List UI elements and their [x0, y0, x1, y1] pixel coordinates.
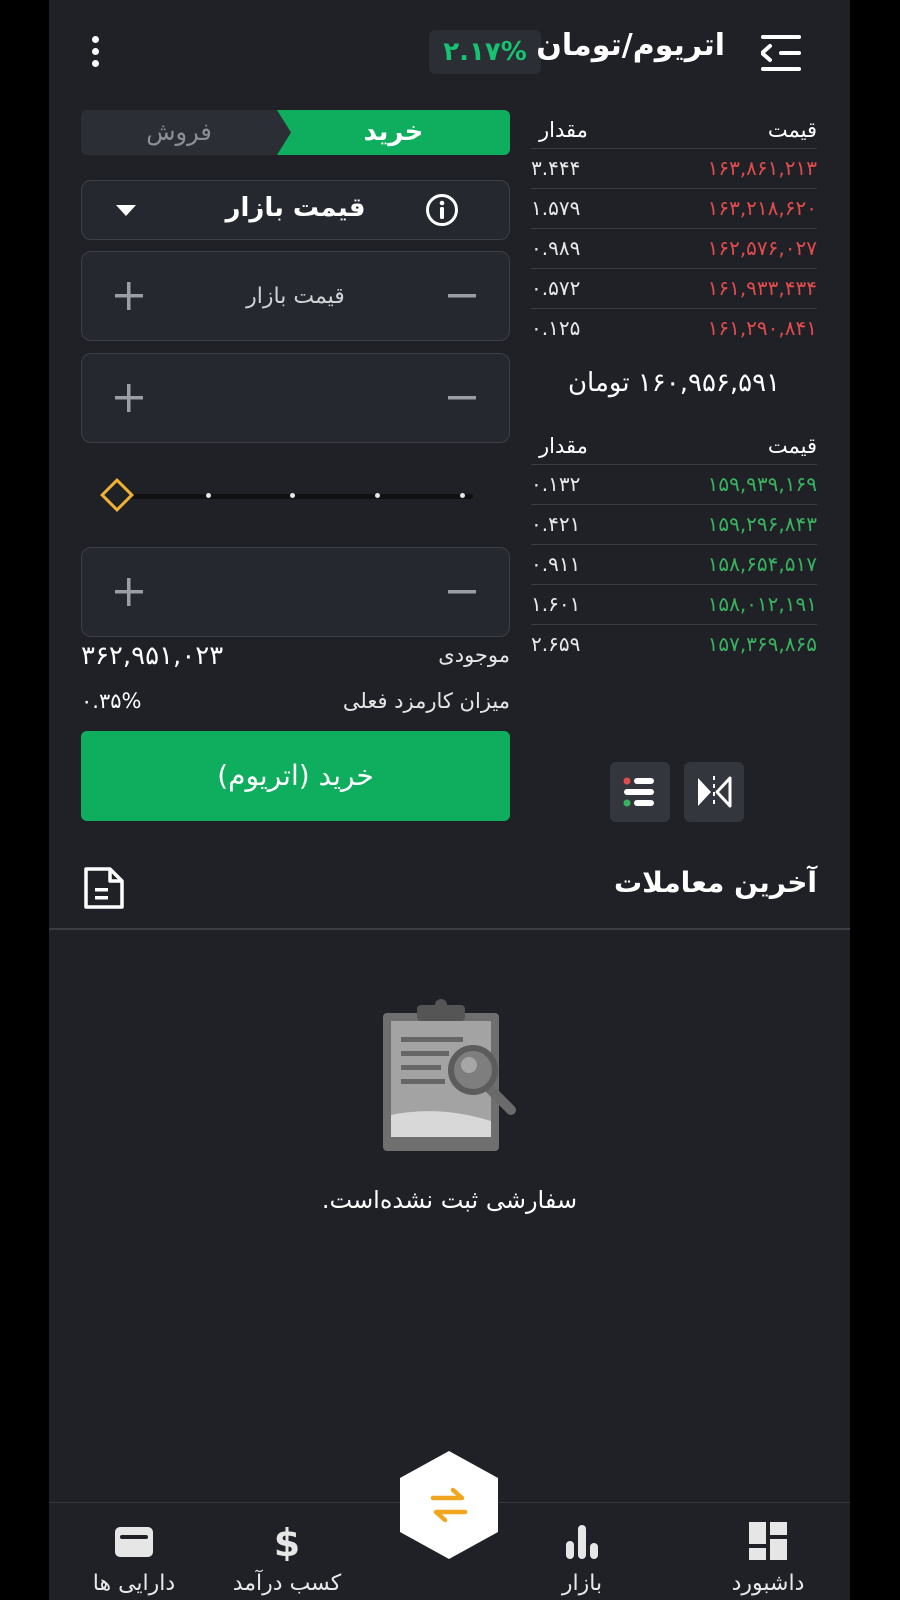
- bid-qty: ۰.۹۱۱: [531, 552, 581, 576]
- more-options-icon[interactable]: [89, 36, 101, 72]
- fee-value: ۰.۳۵%: [81, 689, 142, 713]
- ask-price: ۱۶۳,۸۶۱,۲۱۳: [707, 156, 817, 180]
- ask-qty: ۰.۱۲۵: [531, 316, 581, 340]
- ask-qty: ۳.۴۴۴: [531, 156, 581, 180]
- nav-dashboard[interactable]: داشبورد: [698, 1521, 838, 1596]
- bid-row[interactable]: ۱۵۸,۶۵۴,۵۱۷ ۰.۹۱۱: [531, 544, 817, 584]
- minus-icon[interactable]: [445, 381, 479, 415]
- ask-qty: ۰.۹۸۹: [531, 236, 581, 260]
- market-menu-icon[interactable]: [760, 32, 805, 74]
- order-book-icon: [623, 777, 654, 807]
- ask-price: ۱۶۱,۲۹۰,۸۴۱: [707, 316, 817, 340]
- balance-row: موجودی ۳۶۲,۹۵۱,۰۲۳: [81, 641, 510, 673]
- slider-step[interactable]: [375, 493, 380, 498]
- market-title[interactable]: اتریوم/تومان: [536, 28, 725, 63]
- order-book-bids: قیمت مقدار ۱۵۹,۹۳۹,۱۶۹ ۰.۱۳۲ ۱۵۹,۲۹۶,۸۴۳ ۰…: [531, 428, 817, 664]
- bid-qty: ۲.۶۵۹: [531, 632, 581, 656]
- plus-icon[interactable]: [112, 575, 146, 609]
- slider-thumb[interactable]: [100, 478, 134, 512]
- bid-row[interactable]: ۱۵۹,۲۹۶,۸۴۳ ۰.۴۲۱: [531, 504, 817, 544]
- nav-earn[interactable]: $ کسب درآمد: [217, 1521, 357, 1596]
- empty-orders-message: سفارشی ثبت نشده‌است.: [321, 1186, 578, 1214]
- price-input[interactable]: قیمت بازار: [172, 284, 419, 309]
- price-header: قیمت: [767, 434, 817, 458]
- slider-step[interactable]: [460, 493, 465, 498]
- nav-earn-label: کسب درآمد: [232, 1571, 342, 1596]
- bid-price: ۱۵۷,۳۶۹,۸۶۵: [707, 632, 817, 656]
- minus-icon[interactable]: [445, 575, 479, 609]
- qty-header: مقدار: [539, 434, 588, 458]
- ask-qty: ۰.۵۷۲: [531, 276, 581, 300]
- recent-trades-title: آخرین معاملات: [613, 866, 817, 899]
- ask-row[interactable]: ۱۶۱,۹۳۳,۴۳۴ ۰.۵۷۲: [531, 268, 817, 308]
- change-percent-badge: ۲.۱۷%: [429, 30, 541, 74]
- order-book-header: قیمت مقدار: [531, 112, 817, 148]
- nav-dashboard-label: داشبورد: [731, 1571, 805, 1596]
- swap-arrows-icon: [430, 1487, 468, 1523]
- bid-row[interactable]: ۱۵۷,۳۶۹,۸۶۵ ۲.۶۵۹: [531, 624, 817, 664]
- tab-sell[interactable]: فروش: [81, 110, 277, 155]
- ask-price: ۱۶۱,۹۳۳,۴۳۴: [707, 276, 817, 300]
- last-price: ۱۶۰,۹۵۶,۵۹۱ تومان: [567, 368, 781, 398]
- ask-row[interactable]: ۱۶۳,۲۱۸,۶۲۰ ۱.۵۷۹: [531, 188, 817, 228]
- ask-qty: ۱.۵۷۹: [531, 196, 581, 220]
- wallet-icon: [115, 1527, 153, 1557]
- ask-price: ۱۶۲,۵۷۶,۰۲۷: [707, 236, 817, 260]
- tab-buy[interactable]: خرید: [277, 110, 510, 155]
- slider-step[interactable]: [206, 493, 211, 498]
- bid-price: ۱۵۹,۹۳۹,۱۶۹: [707, 472, 817, 496]
- plus-icon[interactable]: [112, 279, 146, 313]
- bid-price: ۱۵۸,۶۵۴,۵۱۷: [707, 552, 817, 576]
- amount-slider[interactable]: [99, 477, 473, 513]
- nav-assets[interactable]: دارایی ها: [64, 1521, 204, 1596]
- bid-qty: ۱.۶۰۱: [531, 592, 581, 616]
- info-icon[interactable]: [425, 193, 459, 227]
- bid-qty: ۰.۴۲۱: [531, 512, 581, 536]
- app-screen: ۲.۱۷% اتریوم/تومان فروش خرید قیمت بازار: [49, 0, 850, 1600]
- ask-row[interactable]: ۱۶۲,۵۷۶,۰۲۷ ۰.۹۸۹: [531, 228, 817, 268]
- order-book-asks: قیمت مقدار ۱۶۳,۸۶۱,۲۱۳ ۳.۴۴۴ ۱۶۳,۲۱۸,۶۲۰ ۱…: [531, 112, 817, 348]
- dashboard-icon: [749, 1522, 787, 1560]
- order-type-select[interactable]: قیمت بازار: [81, 180, 510, 240]
- order-book-filter-button[interactable]: [610, 762, 670, 822]
- ask-price: ۱۶۳,۲۱۸,۶۲۰: [707, 196, 817, 220]
- svg-text:$: $: [274, 1521, 300, 1561]
- ask-row[interactable]: ۱۶۱,۲۹۰,۸۴۱ ۰.۱۲۵: [531, 308, 817, 348]
- bid-qty: ۰.۱۳۲: [531, 472, 581, 496]
- dollar-icon: $: [274, 1521, 300, 1561]
- plus-icon[interactable]: [112, 381, 146, 415]
- bid-row[interactable]: ۱۵۹,۹۳۹,۱۶۹ ۰.۱۳۲: [531, 464, 817, 504]
- balance-value: ۳۶۲,۹۵۱,۰۲۳: [81, 641, 224, 671]
- nav-assets-label: دارایی ها: [92, 1571, 176, 1596]
- ask-row[interactable]: ۱۶۳,۸۶۱,۲۱۳ ۳.۴۴۴: [531, 148, 817, 188]
- fee-row: میزان کارمزد فعلی ۰.۳۵%: [81, 689, 510, 719]
- fee-label: میزان کارمزد فعلی: [342, 689, 510, 713]
- price-stepper: قیمت بازار: [81, 251, 510, 341]
- bar-chart-icon: [566, 1525, 598, 1559]
- clipboard-search-icon: [379, 995, 519, 1155]
- balance-label: موجودی: [438, 643, 510, 667]
- bid-row[interactable]: ۱۵۸,۰۱۲,۱۹۱ ۱.۶۰۱: [531, 584, 817, 624]
- split-view-icon: [698, 776, 732, 808]
- document-icon[interactable]: [82, 866, 126, 910]
- order-book-header: قیمت مقدار: [531, 428, 817, 464]
- nav-market-label: بازار: [561, 1571, 603, 1596]
- order-book-layout-button[interactable]: [684, 762, 744, 822]
- total-stepper: [81, 547, 510, 637]
- slider-track[interactable]: [119, 494, 473, 499]
- nav-market[interactable]: بازار: [512, 1521, 652, 1596]
- section-divider: [49, 928, 850, 930]
- qty-header: مقدار: [539, 118, 588, 142]
- buy-submit-button[interactable]: خرید (اتریوم): [81, 731, 510, 821]
- minus-icon[interactable]: [445, 279, 479, 313]
- bid-price: ۱۵۸,۰۱۲,۱۹۱: [707, 592, 817, 616]
- buy-sell-tabs: فروش خرید: [81, 110, 510, 155]
- price-header: قیمت: [767, 118, 817, 142]
- slider-step[interactable]: [290, 493, 295, 498]
- bid-price: ۱۵۹,۲۹۶,۸۴۳: [707, 512, 817, 536]
- amount-stepper: [81, 353, 510, 443]
